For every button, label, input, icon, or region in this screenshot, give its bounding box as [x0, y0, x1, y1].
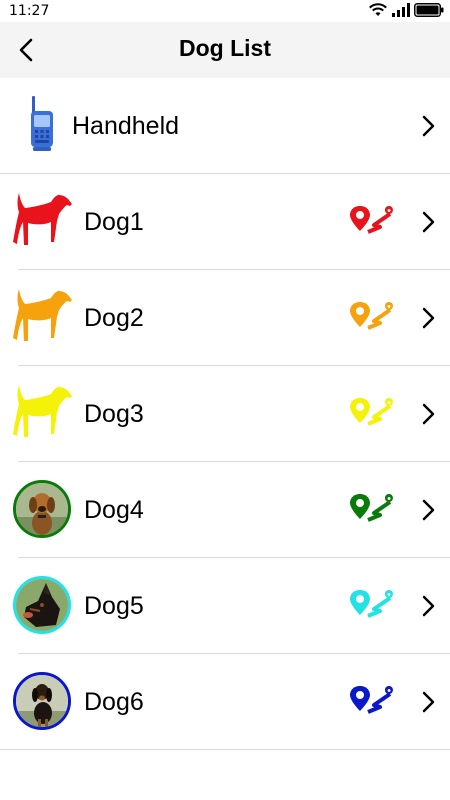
chevron-right-icon [422, 115, 435, 137]
item-label: Handheld [72, 112, 180, 140]
navigation-header: Dog List [0, 22, 450, 78]
list-item-dog5[interactable]: Dog5 [0, 558, 450, 654]
list-item-dog3[interactable]: Dog3 [0, 366, 450, 462]
track-route-icon[interactable] [348, 300, 396, 334]
chevron-right-icon [422, 307, 435, 329]
handheld-radio-icon [10, 93, 74, 157]
item-label: Dog6 [84, 688, 144, 716]
item-label: Dog4 [84, 496, 144, 524]
avatar-wrap [10, 573, 74, 637]
list-item-dog4[interactable]: Dog4 [0, 462, 450, 558]
item-label: Dog2 [84, 304, 144, 332]
item-label: Dog3 [84, 400, 144, 428]
signal-icon [392, 3, 410, 17]
chevron-right-icon [422, 595, 435, 617]
chevron-right-icon [422, 691, 435, 713]
dog-avatar [13, 576, 71, 634]
page-title: Dog List [179, 35, 271, 61]
dog-list: Handheld Dog1 Dog2 Dog3 Dog4 Dog5 Dog6 [0, 78, 450, 750]
chevron-right-icon [422, 499, 435, 521]
list-item-handheld[interactable]: Handheld [0, 78, 450, 174]
chevron-right-icon [422, 211, 435, 233]
dog-silhouette-icon [10, 285, 74, 349]
track-route-icon[interactable] [348, 396, 396, 430]
divider [0, 749, 450, 750]
dog-avatar [13, 672, 71, 730]
list-item-dog1[interactable]: Dog1 [0, 174, 450, 270]
track-route-icon[interactable] [348, 684, 396, 718]
status-bar: 11:27 [0, 0, 450, 22]
track-route-icon[interactable] [348, 588, 396, 622]
avatar-wrap [10, 477, 74, 541]
track-route-icon[interactable] [348, 204, 396, 238]
chevron-right-icon [422, 403, 435, 425]
dog-avatar [13, 480, 71, 538]
dog-silhouette-icon [10, 189, 74, 253]
track-route-icon[interactable] [348, 492, 396, 526]
wifi-icon [369, 3, 387, 16]
item-label: Dog5 [84, 592, 144, 620]
dog-silhouette-icon [10, 381, 74, 445]
list-item-dog6[interactable]: Dog6 [0, 654, 450, 750]
status-icons [368, 3, 444, 17]
back-button[interactable] [6, 32, 46, 68]
back-arrow-icon [19, 38, 33, 62]
status-time: 11:27 [9, 3, 50, 19]
avatar-wrap [10, 669, 74, 733]
battery-icon [414, 3, 444, 17]
item-label: Dog1 [84, 208, 144, 236]
list-item-dog2[interactable]: Dog2 [0, 270, 450, 366]
